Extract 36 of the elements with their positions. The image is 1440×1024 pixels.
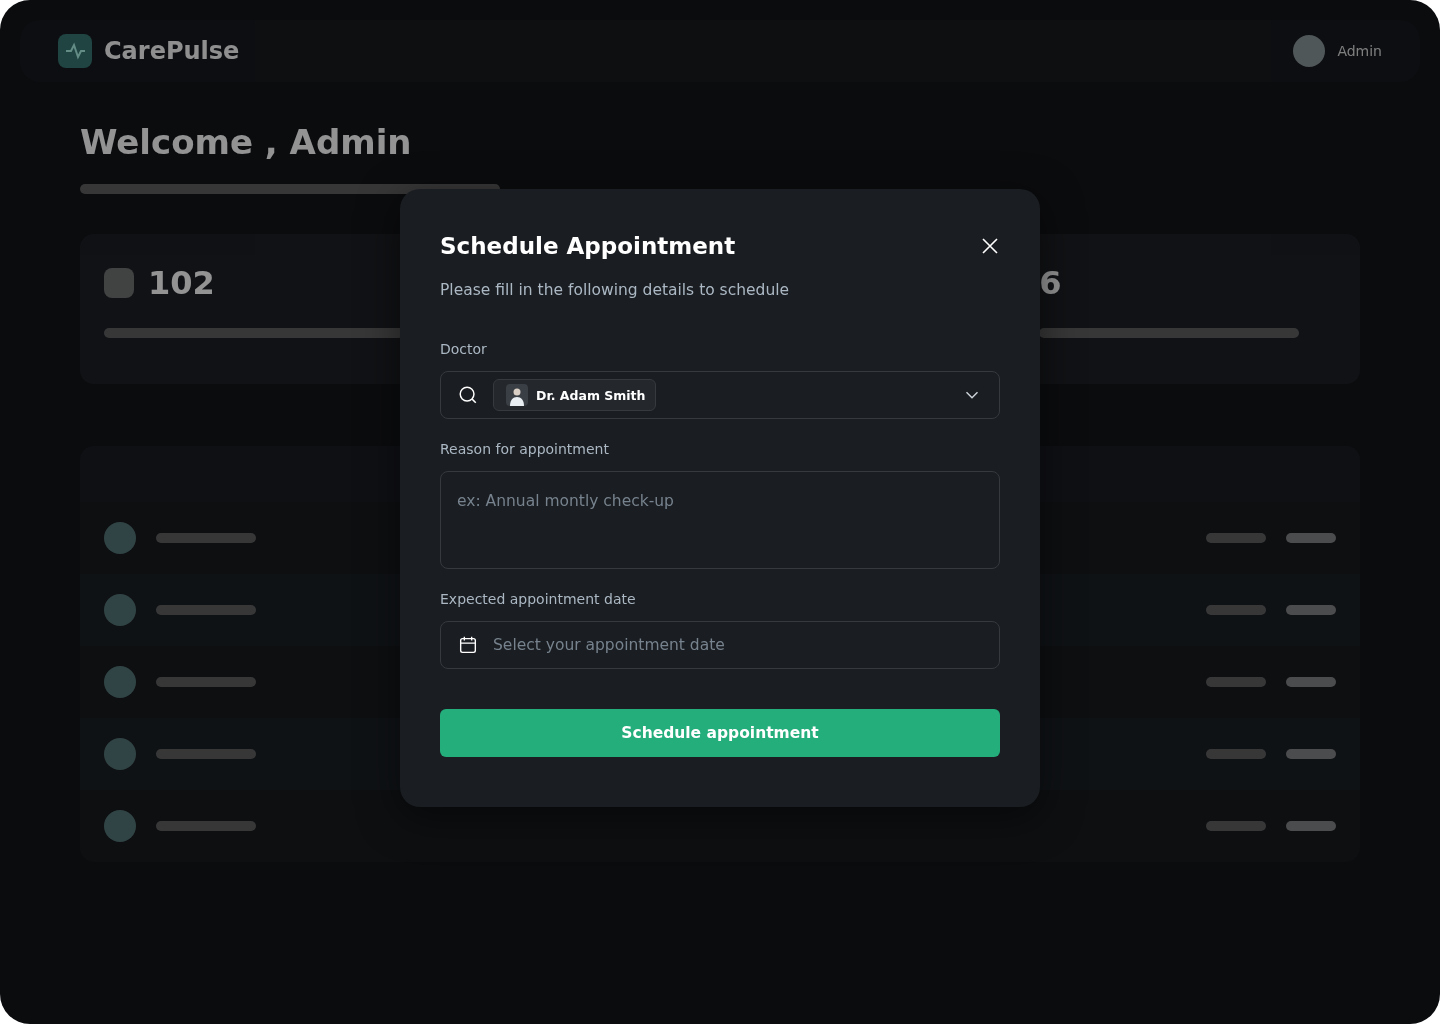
dialog-title: Schedule Appointment — [440, 233, 736, 259]
reason-field[interactable]: ex: Annual montly check-up — [440, 471, 1000, 569]
welcome-heading: Welcome , Admin — [80, 122, 413, 162]
calendar-icon — [457, 634, 479, 656]
doctor-chip[interactable]: Dr. Adam Smith — [493, 379, 657, 411]
blurred-text — [1206, 677, 1266, 687]
blurred-text — [1286, 821, 1336, 831]
avatar — [1293, 35, 1326, 67]
stat-value: 102 — [148, 264, 215, 302]
field-label: Doctor — [440, 341, 488, 357]
blurred-text — [1206, 533, 1266, 543]
logo-text: CarePulse — [104, 37, 240, 65]
doctor-icon — [506, 384, 528, 406]
avatar — [104, 594, 136, 626]
logo-icon — [58, 34, 92, 68]
blurred-text — [1206, 605, 1266, 615]
blurred-text — [1286, 749, 1336, 759]
close-button[interactable] — [980, 236, 1000, 256]
dialog-subtitle: Please fill in the following details to schedule — [440, 281, 791, 299]
avatar — [104, 522, 136, 554]
doctor-select[interactable]: Dr. Adam Smith — [440, 371, 1000, 419]
search-icon — [457, 384, 479, 406]
stat-icon — [104, 268, 134, 298]
blurred-text — [1206, 821, 1266, 831]
avatar — [104, 810, 136, 842]
field-label: Reason for appointment — [440, 441, 610, 457]
avatar — [104, 738, 136, 770]
date-field[interactable]: Select your appointment date — [440, 621, 1000, 669]
user-name: Admin — [1337, 43, 1382, 59]
blurred-text — [1206, 749, 1266, 759]
avatar — [104, 666, 136, 698]
field-label: Expected appointment date — [440, 591, 637, 607]
blurred-text — [1286, 533, 1336, 543]
stat-value: 6 — [1039, 264, 1062, 302]
blurred-text — [1286, 677, 1336, 687]
blurred-text — [1286, 605, 1336, 615]
